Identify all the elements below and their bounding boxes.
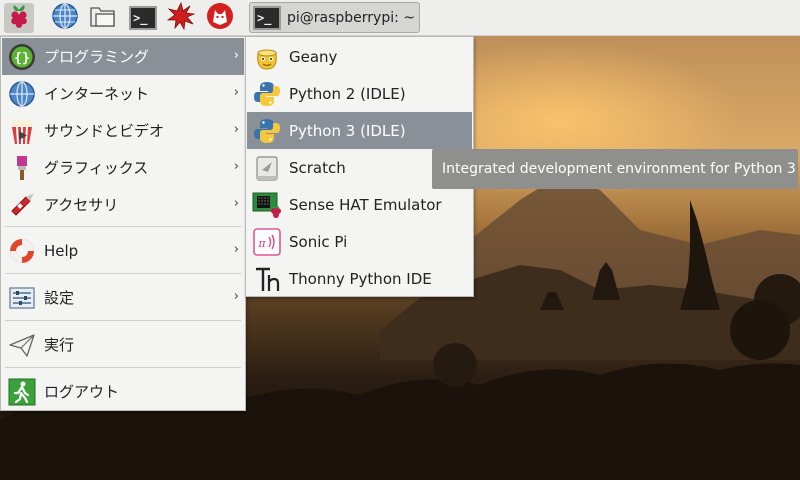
- main-menu: {} プログラミング › インターネット › サウンドとビデオ › グラフィック…: [0, 36, 246, 411]
- wolfram-launcher[interactable]: [205, 3, 235, 33]
- menu-item-label: インターネット: [44, 85, 150, 103]
- menu-separator: [5, 226, 241, 227]
- submenu-item-thonny[interactable]: Thonny Python IDE: [247, 260, 472, 297]
- terminal-icon: >_: [129, 6, 157, 30]
- submenu-item-python3-idle[interactable]: Python 3 (IDLE): [247, 112, 472, 149]
- chevron-right-icon: ›: [233, 85, 239, 100]
- chevron-right-icon: ›: [233, 48, 239, 63]
- submenu-item-label: Python 2 (IDLE): [289, 84, 406, 103]
- menu-item-logout[interactable]: ログアウト: [2, 373, 244, 410]
- taskbar-window-button[interactable]: >_ pi@raspberrypi: ~: [249, 2, 420, 33]
- swiss-knife-icon: [7, 190, 37, 220]
- chevron-right-icon: ›: [233, 242, 239, 257]
- python-icon: [252, 79, 282, 109]
- file-manager-launcher[interactable]: [88, 3, 118, 33]
- menu-item-settings[interactable]: 設定 ›: [2, 279, 244, 316]
- web-browser-launcher[interactable]: [50, 3, 80, 33]
- geany-icon: [252, 42, 282, 72]
- starburst-icon: [166, 1, 196, 34]
- menu-item-run[interactable]: 実行: [2, 326, 244, 363]
- raspberry-icon: [7, 3, 31, 33]
- submenu-item-sonic-pi[interactable]: π Sonic Pi: [247, 223, 472, 260]
- menu-item-label: 実行: [44, 336, 75, 354]
- python-icon: [252, 116, 282, 146]
- tooltip-text: Integrated development environment for P…: [442, 161, 796, 177]
- svg-text:{}: {}: [14, 51, 30, 66]
- menu-item-programming[interactable]: {} プログラミング ›: [2, 38, 244, 75]
- braces-icon: {}: [7, 42, 37, 72]
- top-panel: >_ >_ pi@raspberrypi: ~: [0, 0, 800, 36]
- menu-item-label: Help: [44, 241, 79, 260]
- folder-icon: [88, 2, 118, 34]
- chevron-right-icon: ›: [233, 196, 239, 211]
- submenu-item-label: Thonny Python IDE: [289, 269, 432, 288]
- menu-item-accessories[interactable]: アクセサリ ›: [2, 186, 244, 223]
- submenu-item-label: Python 3 (IDLE): [289, 121, 406, 140]
- menu-item-graphics[interactable]: グラフィックス ›: [2, 149, 244, 186]
- submenu-item-python2-idle[interactable]: Python 2 (IDLE): [247, 75, 472, 112]
- submenu-item-geany[interactable]: Geany: [247, 38, 472, 75]
- settings-icon: [7, 283, 37, 313]
- menu-separator: [5, 367, 241, 368]
- terminal-launcher[interactable]: >_: [128, 3, 158, 33]
- exit-icon: [7, 377, 37, 407]
- tooltip: Integrated development environment for P…: [432, 149, 798, 189]
- thonny-icon: [252, 264, 282, 294]
- sonic-pi-icon: π: [252, 227, 282, 257]
- globe-icon: [7, 79, 37, 109]
- menu-item-internet[interactable]: インターネット ›: [2, 75, 244, 112]
- svg-text:π: π: [257, 237, 266, 250]
- menu-item-label: グラフィックス: [44, 159, 149, 177]
- menu-item-label: サウンドとビデオ: [44, 122, 165, 140]
- menu-item-sound-video[interactable]: サウンドとビデオ ›: [2, 112, 244, 149]
- terminal-icon: >_: [253, 5, 281, 30]
- chevron-right-icon: ›: [233, 122, 239, 137]
- submenu-item-label: Sonic Pi: [289, 232, 348, 251]
- scratch-icon: [252, 153, 282, 183]
- sense-hat-icon: [252, 190, 282, 220]
- menu-item-label: アクセサリ: [44, 196, 119, 214]
- window-title: pi@raspberrypi: ~: [287, 9, 416, 26]
- menu-item-label: 設定: [44, 289, 75, 307]
- globe-icon: [51, 2, 79, 34]
- popcorn-icon: [7, 116, 37, 146]
- menu-separator: [5, 273, 241, 274]
- menu-button[interactable]: [4, 3, 34, 33]
- menu-separator: [5, 320, 241, 321]
- menu-item-help[interactable]: Help ›: [2, 232, 244, 269]
- paintbrush-icon: [7, 153, 37, 183]
- chevron-right-icon: ›: [233, 289, 239, 304]
- submenu-item-label: Scratch: [289, 158, 346, 177]
- submenu-item-label: Geany: [289, 47, 338, 66]
- submenu-item-label: Sense HAT Emulator: [289, 195, 442, 214]
- chevron-right-icon: ›: [233, 159, 239, 174]
- submenu-item-sense-hat-emulator[interactable]: Sense HAT Emulator: [247, 186, 472, 223]
- menu-item-label: ログアウト: [44, 383, 120, 401]
- paper-plane-icon: [7, 330, 37, 360]
- wolf-icon: [206, 2, 234, 34]
- mathematica-launcher[interactable]: [166, 1, 196, 34]
- lifebuoy-icon: [7, 236, 37, 266]
- menu-item-label: プログラミング: [44, 48, 150, 66]
